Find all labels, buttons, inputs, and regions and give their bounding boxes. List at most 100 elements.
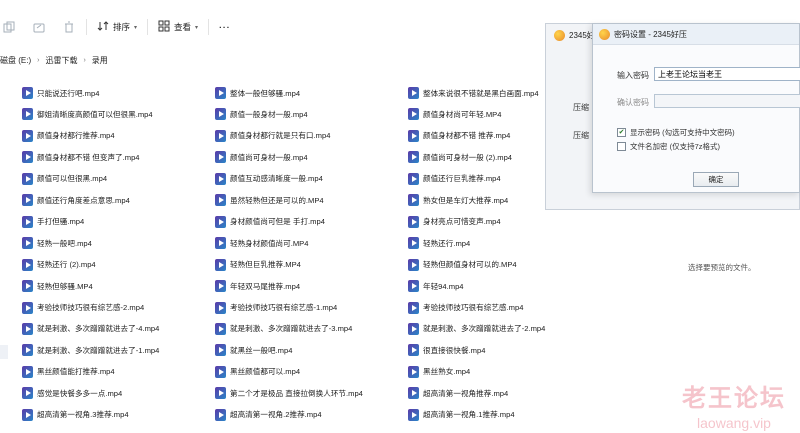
- video-file-icon: [22, 237, 33, 250]
- file-item[interactable]: 超高清第一视角推荐.mp4: [408, 386, 508, 400]
- file-item[interactable]: 年轻双马尾推荐.mp4: [215, 279, 300, 293]
- video-file-icon: [215, 215, 226, 228]
- file-item[interactable]: 颜值还行角度差点意思.mp4: [22, 193, 130, 207]
- file-item[interactable]: 颜值一般身材一般.mp4: [215, 107, 308, 121]
- more-options-button[interactable]: ···: [219, 22, 231, 32]
- file-item[interactable]: 颜值身材都行就是只有口.mp4: [215, 129, 330, 143]
- nav-pane-edge: [0, 345, 8, 359]
- file-name: 黑丝颜值都可以.mp4: [230, 367, 301, 377]
- file-name: 颜值互动感清晰度一般.mp4: [230, 174, 323, 184]
- view-button[interactable]: 查看 ▾: [158, 20, 198, 34]
- file-item[interactable]: 颜值可以但很黑.mp4: [22, 172, 107, 186]
- video-file-icon: [22, 387, 33, 400]
- encrypt-names-option[interactable]: 文件名加密 (仅支持7z格式): [617, 141, 720, 152]
- file-item[interactable]: 手打但骚.mp4: [22, 215, 84, 229]
- video-file-icon: [22, 215, 33, 228]
- file-name: 颜值还行巨乳推荐.mp4: [423, 174, 501, 184]
- breadcrumb-item-drive[interactable]: 磁盘 (E:): [0, 55, 31, 66]
- file-item[interactable]: 就是刺激、多次蹭蹭就进去了-3.mp4: [215, 322, 352, 336]
- video-file-icon: [22, 87, 33, 99]
- copy-icon[interactable]: [2, 20, 16, 34]
- file-item[interactable]: 轻熟还行.mp4: [408, 236, 470, 250]
- sort-label: 排序: [113, 22, 131, 32]
- confirm-password-input[interactable]: [654, 94, 800, 108]
- file-item[interactable]: 颜值身材尚可年轻.MP4: [408, 107, 501, 121]
- file-name: 轻熟但巨乳推荐.MP4: [230, 260, 301, 270]
- video-file-icon: [408, 129, 419, 142]
- file-item[interactable]: 就是刺激、多次蹭蹭就进去了-2.mp4: [408, 322, 545, 336]
- dialog-title: 密码设置 - 2345好压: [614, 29, 687, 39]
- file-item[interactable]: 轻熟但够骚.MP4: [22, 279, 93, 293]
- toolbar-divider: [147, 19, 149, 35]
- sort-button[interactable]: 排序 ▾: [97, 20, 137, 34]
- file-name: 整体一般但够骚.mp4: [230, 88, 301, 98]
- breadcrumb: 磁盘 (E:) › 迅雷下载 › 录用: [0, 52, 108, 68]
- video-file-icon: [215, 387, 226, 400]
- file-item[interactable]: 就黑丝一般吧.mp4: [215, 343, 292, 357]
- file-item[interactable]: 轻熟但颜值身材可以的.MP4: [408, 258, 517, 272]
- preview-hint: 选择要预览的文件。: [688, 263, 756, 272]
- file-item[interactable]: 轻熟但巨乳推荐.MP4: [215, 258, 301, 272]
- show-password-checkbox[interactable]: ✔: [617, 128, 626, 137]
- file-item[interactable]: 黑丝颜值能打推荐.mp4: [22, 365, 115, 379]
- breadcrumb-item-folder[interactable]: 录用: [92, 55, 108, 66]
- file-item[interactable]: 就是刺激、多次蹭蹭就进去了-1.mp4: [22, 343, 159, 357]
- file-name: 就是刺激、多次蹭蹭就进去了-4.mp4: [37, 324, 160, 334]
- file-item[interactable]: 超高清第一视角.2推荐.mp4: [215, 408, 322, 422]
- file-item[interactable]: 整体一般但够骚.mp4: [215, 86, 300, 100]
- file-item[interactable]: 颜值互动感清晰度一般.mp4: [215, 172, 323, 186]
- file-item[interactable]: 黑丝颜值都可以.mp4: [215, 365, 300, 379]
- file-item[interactable]: 颜值还行巨乳推荐.mp4: [408, 172, 501, 186]
- file-item[interactable]: 很直接很快餐.mp4: [408, 343, 485, 357]
- file-name: 颜值身材都行就是只有口.mp4: [230, 131, 331, 141]
- video-file-icon: [215, 365, 226, 378]
- file-item[interactable]: 熟女但是车灯大推荐.mp4: [408, 193, 508, 207]
- file-name: 超高清第一视角.3推荐.mp4: [37, 410, 129, 420]
- chevron-down-icon: ▾: [195, 24, 199, 31]
- file-item[interactable]: 只能说还行吧.mp4: [22, 86, 99, 100]
- chevron-right-icon: ›: [37, 56, 40, 64]
- file-item[interactable]: 颜值身材都行推荐.mp4: [22, 129, 115, 143]
- file-item[interactable]: 御姐清晰度高颜值可以但很黑.mp4: [22, 107, 153, 121]
- delete-icon[interactable]: [62, 20, 76, 34]
- show-password-option[interactable]: ✔ 显示密码 (勾选可支持中文密码): [617, 127, 735, 138]
- breadcrumb-item-downloads[interactable]: 迅雷下载: [45, 55, 77, 66]
- file-item[interactable]: 颜值身材都不错 但变声了.mp4: [22, 150, 140, 164]
- file-item[interactable]: 第二个才是极品 直接拉倒换人环节.mp4: [215, 386, 363, 400]
- encrypt-names-label: 文件名加密 (仅支持7z格式): [630, 142, 720, 151]
- file-name: 颜值尚可身材一般.mp4: [230, 152, 308, 162]
- app-icon: [599, 28, 610, 40]
- encrypt-names-checkbox[interactable]: [617, 142, 626, 151]
- file-name: 年轻双马尾推荐.mp4: [230, 281, 301, 291]
- share-icon[interactable]: [32, 20, 46, 34]
- file-item[interactable]: 轻熟还行 (2).mp4: [22, 258, 96, 272]
- video-file-icon: [408, 344, 419, 357]
- watermark: 老王论坛 laowang.vip: [682, 378, 786, 431]
- file-item[interactable]: 颜值尚可身材一般 (2).mp4: [408, 150, 512, 164]
- file-item[interactable]: 年轻94.mp4: [408, 279, 464, 293]
- file-item[interactable]: 轻熟身材颜值尚可.MP4: [215, 236, 308, 250]
- file-name: 就黑丝一般吧.mp4: [230, 345, 293, 355]
- file-item[interactable]: 颜值身材都不错 推荐.mp4: [408, 129, 510, 143]
- file-item[interactable]: 就是刺激、多次蹭蹭就进去了-4.mp4: [22, 322, 159, 336]
- file-item[interactable]: 黑丝熟女.mp4: [408, 365, 470, 379]
- file-item[interactable]: 虽然轻熟但还是可以的.MP4: [215, 193, 324, 207]
- password-input[interactable]: [654, 67, 800, 81]
- file-item[interactable]: 整体来说很不错就是黑白画面.mp4: [408, 86, 539, 100]
- file-item[interactable]: 考验技师技巧很有综艺感.mp4: [408, 301, 523, 315]
- file-item[interactable]: 身材亮点可惜变声.mp4: [408, 215, 501, 229]
- video-file-icon: [22, 194, 33, 207]
- file-name: 考验技师技巧很有综艺感-1.mp4: [230, 303, 338, 312]
- file-item[interactable]: 超高清第一视角.3推荐.mp4: [22, 408, 129, 422]
- file-item[interactable]: 轻熟一般吧.mp4: [22, 236, 92, 250]
- file-item[interactable]: 身材颜值尚可但是 手打.mp4: [215, 215, 325, 229]
- file-item[interactable]: 感觉是快餐多多一点.mp4: [22, 386, 122, 400]
- ok-button[interactable]: 确定: [693, 172, 739, 187]
- file-item[interactable]: 颜值尚可身材一般.mp4: [215, 150, 308, 164]
- video-file-icon: [408, 365, 419, 378]
- video-file-icon: [408, 301, 419, 314]
- file-item[interactable]: 考验技师技巧很有综艺感-2.mp4: [22, 301, 144, 315]
- file-name: 御姐清晰度高颜值可以但很黑.mp4: [37, 109, 153, 119]
- file-item[interactable]: 超高清第一视角.1推荐.mp4: [408, 408, 515, 422]
- file-item[interactable]: 考验技师技巧很有综艺感-1.mp4: [215, 301, 337, 315]
